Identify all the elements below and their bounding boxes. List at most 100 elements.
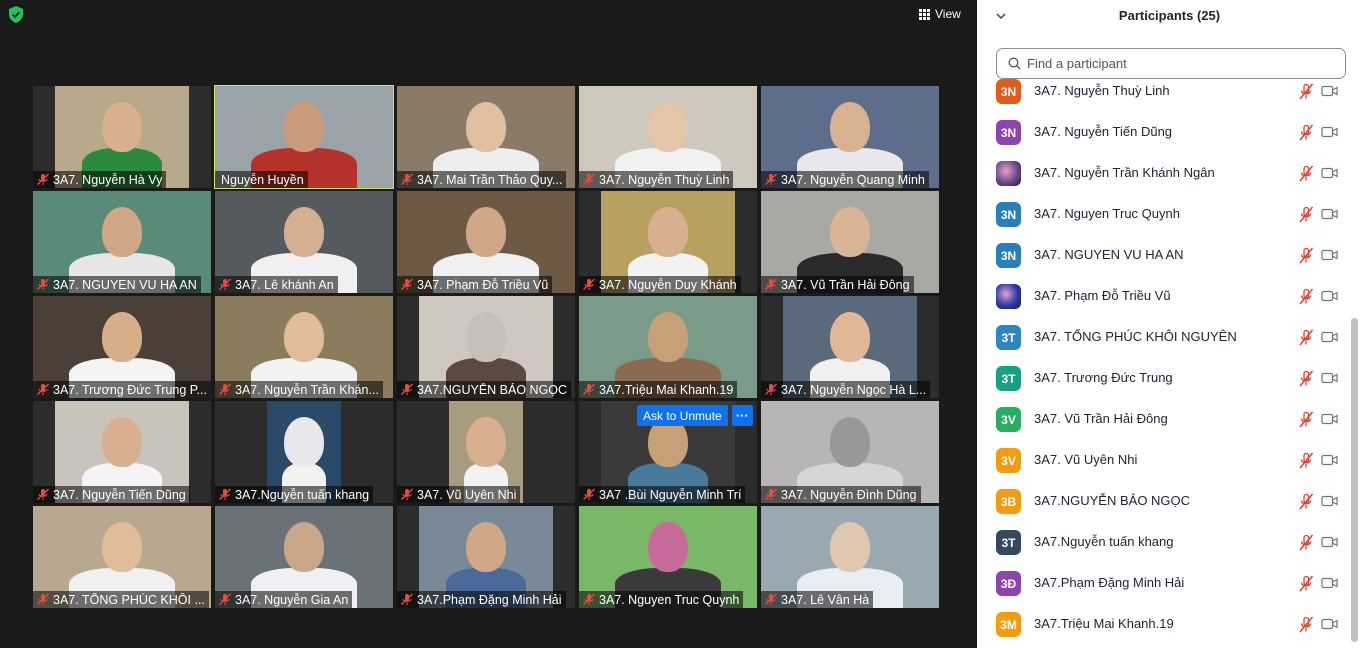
video-tile[interactable]: 3A7. Vũ Trần Hải Đông — [761, 191, 939, 293]
video-camera-icon[interactable] — [1321, 249, 1338, 261]
encryption-shield-icon[interactable] — [8, 6, 24, 23]
mic-muted-icon — [37, 488, 49, 501]
avatar: 3B — [996, 489, 1021, 514]
ask-to-unmute-button[interactable]: Ask to Unmute — [637, 405, 728, 426]
video-camera-icon[interactable] — [1321, 454, 1338, 466]
person-head — [648, 522, 688, 572]
participant-row[interactable]: 3N 3A7. Nguyễn Thuỳ Linh — [977, 72, 1349, 112]
person-head — [830, 522, 870, 572]
video-tile[interactable]: 3A7.Triệu Mai Khanh.19 — [579, 296, 757, 398]
video-tile[interactable]: 3A7. Nguyễn Tiến Dũng — [33, 401, 211, 503]
mic-muted-icon[interactable] — [1298, 206, 1314, 223]
video-tile[interactable]: 3A7. Nguyễn Gia An — [215, 506, 393, 608]
person-head — [284, 312, 324, 362]
video-tile[interactable]: 3A7. Nguyễn Ngọc Hà L... — [761, 296, 939, 398]
person-head — [284, 522, 324, 572]
mic-muted-icon[interactable] — [1298, 452, 1314, 469]
participant-row[interactable]: 3N 3A7. Nguyen Truc Quynh — [977, 194, 1349, 235]
participant-row[interactable]: 3Đ 3A7.Phạm Đặng Minh Hải — [977, 563, 1349, 604]
video-tile[interactable]: 3A7. Nguyễn Hà Vy — [33, 86, 211, 188]
video-camera-icon[interactable] — [1321, 290, 1338, 302]
participant-name: 3A7. Nguyễn Tiến Dũng — [53, 487, 186, 502]
participant-name: 3A7. Phạm Đỗ Triều Vũ — [417, 277, 549, 292]
person-head — [466, 522, 506, 572]
participant-row[interactable]: 3T 3A7. Trương Đức Trung — [977, 358, 1349, 399]
mic-muted-icon[interactable] — [1298, 124, 1314, 141]
video-camera-icon[interactable] — [1321, 536, 1338, 548]
person-head — [102, 417, 142, 467]
video-grid: 3A7. Nguyễn Hà Vy Nguyễn Huyền 3A7. Mai Tr… — [33, 85, 939, 608]
mic-muted-icon[interactable] — [1298, 247, 1314, 264]
participant-name: Nguyễn Huyền — [221, 172, 304, 187]
video-tile[interactable]: 3A7. Vũ Uyên Nhi — [397, 401, 575, 503]
scrollbar[interactable] — [1351, 318, 1358, 642]
video-tile[interactable]: 3A7. TỔNG PHÚC KHÔI ... — [33, 506, 211, 608]
video-camera-icon[interactable] — [1321, 208, 1338, 220]
video-tile[interactable]: 3A7. Lê Vân Hà — [761, 506, 939, 608]
video-camera-icon[interactable] — [1321, 85, 1338, 97]
person-head — [284, 102, 324, 152]
video-tile[interactable]: 3A7. Phạm Đỗ Triều Vũ — [397, 191, 575, 293]
mic-muted-icon[interactable] — [1298, 370, 1314, 387]
video-tile[interactable]: 3A7. Nguyễn Đình Dũng — [761, 401, 939, 503]
avatar: 3V — [996, 448, 1021, 473]
mic-muted-icon[interactable] — [1298, 616, 1314, 633]
participant-name: 3A7.Phạm Đặng Minh Hải — [1034, 575, 1185, 590]
video-camera-icon[interactable] — [1321, 126, 1338, 138]
mic-muted-icon[interactable] — [1298, 534, 1314, 551]
participant-row[interactable]: 3T 3A7.Nguyễn tuấn khang — [977, 522, 1349, 563]
participant-name: 3A7. Vũ Uyên Nhi — [417, 487, 517, 502]
video-tile[interactable]: 3A7.Phạm Đặng Minh Hải — [397, 506, 575, 608]
video-camera-icon[interactable] — [1321, 495, 1338, 507]
person-head — [830, 417, 870, 467]
more-options-button[interactable]: ··· — [731, 405, 753, 426]
person-head — [466, 207, 506, 257]
video-tile[interactable]: 3A7. Nguyen Truc Quynh — [579, 506, 757, 608]
participant-name: 3A7. Vũ Uyên Nhi — [1034, 452, 1138, 467]
participant-row[interactable]: 3N 3A7. NGUYEN VU HA AN — [977, 235, 1349, 276]
video-camera-icon[interactable] — [1321, 618, 1338, 630]
mic-muted-icon[interactable] — [1298, 575, 1314, 592]
view-button[interactable]: View — [919, 5, 961, 23]
video-tile[interactable]: 3A7.Nguyễn tuấn khang — [215, 401, 393, 503]
video-tile[interactable]: Nguyễn Huyền — [214, 85, 394, 189]
participant-name: 3A7.Phạm Đặng Minh Hải — [417, 592, 562, 607]
mic-muted-icon — [765, 278, 777, 291]
video-tile[interactable]: 3A7. NGUYEN VU HA AN — [33, 191, 211, 293]
participant-name-label: 3A7. Nguyễn Thuỳ Linh — [579, 171, 734, 188]
participant-row[interactable]: 3V 3A7. Vũ Uyên Nhi — [977, 440, 1349, 481]
participant-row[interactable]: 3N 3A7. Nguyễn Tiến Dũng — [977, 112, 1349, 153]
video-camera-icon[interactable] — [1321, 372, 1338, 384]
avatar: 3M — [996, 612, 1021, 637]
person-head — [648, 207, 688, 257]
participant-row[interactable]: 3T 3A7. TỔNG PHÚC KHÔI NGUYÊN — [977, 317, 1349, 358]
video-tile[interactable]: 3A7. Mai Trần Thảo Quy... — [397, 86, 575, 188]
video-tile[interactable]: 3A7. Nguyễn Thuỳ Linh — [579, 86, 757, 188]
video-tile[interactable]: 3A7. Nguyễn Duy Khánh — [579, 191, 757, 293]
search-input[interactable] — [1027, 56, 1327, 71]
mic-muted-icon[interactable] — [1298, 329, 1314, 346]
mic-muted-icon[interactable] — [1298, 411, 1314, 428]
participant-row[interactable]: 3A7. Phạm Đỗ Triều Vũ — [977, 276, 1349, 317]
mic-muted-icon[interactable] — [1298, 288, 1314, 305]
video-tile[interactable]: 3A7. Lê khánh An — [215, 191, 393, 293]
mic-muted-icon[interactable] — [1298, 493, 1314, 510]
participant-row[interactable]: 3M 3A7.Triệu Mai Khanh.19 — [977, 604, 1349, 645]
video-tile[interactable]: 3A7.NGUYỄN BẢO NGỌC — [397, 296, 575, 398]
participant-row[interactable]: 3B 3A7.NGUYỄN BẢO NGỌC — [977, 481, 1349, 522]
video-camera-icon[interactable] — [1321, 167, 1338, 179]
mic-muted-icon[interactable] — [1298, 83, 1314, 100]
avatar: 3N — [996, 120, 1021, 145]
mic-muted-icon[interactable] — [1298, 165, 1314, 182]
video-camera-icon[interactable] — [1321, 331, 1338, 343]
mic-muted-icon — [219, 278, 231, 291]
person-head — [284, 207, 324, 257]
video-tile[interactable]: 3A7. Nguyễn Quang Minh — [761, 86, 939, 188]
video-tile[interactable]: 3A7. Nguyễn Trần Khán... — [215, 296, 393, 398]
participant-row[interactable]: 3A7. Nguyễn Trần Khánh Ngân — [977, 153, 1349, 194]
participant-row[interactable]: 3V 3A7. Vũ Trần Hải Đông — [977, 399, 1349, 440]
participant-name-label: 3A7. Vũ Trần Hải Đông — [761, 276, 914, 293]
video-tile[interactable]: 3A7. Trương Đức Trung P... — [33, 296, 211, 398]
video-camera-icon[interactable] — [1321, 577, 1338, 589]
video-camera-icon[interactable] — [1321, 413, 1338, 425]
